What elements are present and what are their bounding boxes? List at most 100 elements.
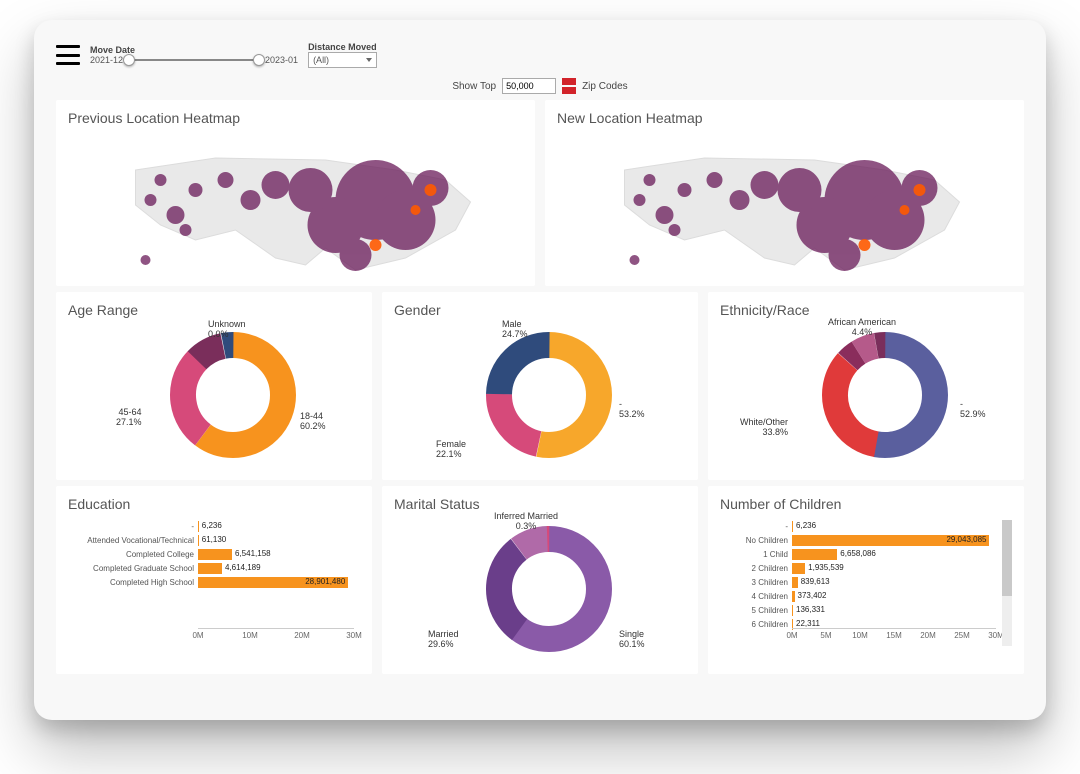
bar-category: Completed High School — [68, 578, 194, 587]
axis-tick: 15M — [886, 631, 902, 640]
bar-category: 4 Children — [720, 592, 788, 601]
axis-tick: 30M — [346, 631, 362, 640]
chart-marital[interactable]: Single 60.1% Married 29.6% Inferred Marr… — [394, 516, 686, 666]
panel-title: Marital Status — [394, 496, 686, 512]
label-gender-male: Male 24.7% — [502, 320, 528, 340]
bar-row: Completed Graduate School4,614,189 — [198, 562, 354, 575]
distance-dropdown[interactable]: (All) — [308, 52, 377, 68]
bar-value: 839,613 — [798, 577, 830, 586]
label-marital-married: Married 29.6% — [428, 630, 459, 650]
panel-title: Ethnicity/Race — [720, 302, 1012, 318]
bar-row: Completed High School28,901,480 — [198, 576, 354, 589]
label-gender-female: Female 22.1% — [436, 440, 466, 460]
move-date-start: 2021-12 — [90, 55, 123, 65]
bar-value: 373,402 — [795, 591, 827, 600]
menu-icon[interactable] — [56, 45, 80, 65]
move-date-label: Move Date — [90, 45, 298, 55]
bar: 4,614,189 — [198, 563, 222, 574]
chart-age[interactable]: 18-44 60.2% 45-64 27.1% Unknown 0.0% — [68, 322, 360, 472]
axis-tick: 0M — [192, 631, 203, 640]
panel-age: Age Range 18-44 60.2% 45-64 27.1% Unknow… — [56, 292, 372, 480]
bar-value: 136,331 — [793, 605, 825, 614]
heatmap-previous[interactable] — [68, 130, 523, 278]
bar-value: 6,658,086 — [837, 549, 876, 558]
bar: 28,901,480 — [198, 577, 348, 588]
bar: 1,935,539 — [792, 563, 805, 574]
axis-tick: 0M — [786, 631, 797, 640]
label-eth-aa: African American 4.4% — [828, 318, 896, 338]
bar-row: -6,236 — [792, 520, 996, 533]
chart-gender[interactable]: - 53.2% Male 24.7% Female 22.1% — [394, 322, 686, 472]
panel-title: Previous Location Heatmap — [68, 110, 523, 126]
panel-title: Age Range — [68, 302, 360, 318]
bar: 373,402 — [792, 591, 795, 602]
distance-label: Distance Moved — [308, 42, 377, 52]
panel-gender: Gender - 53.2% Male 24.7% Female 22.1% — [382, 292, 698, 480]
panel-marital: Marital Status Single 60.1% Married 29.6… — [382, 486, 698, 674]
bar-category: Attended Vocational/Technical — [68, 536, 194, 545]
show-top-row: Show Top Zip Codes — [56, 78, 1024, 94]
panel-title: Number of Children — [720, 496, 1012, 512]
dashboard-frame: Move Date 2021-12 2023-01 Distance Moved… — [34, 20, 1046, 720]
bar-value: 4,614,189 — [222, 563, 261, 572]
bar-row: 5 Children136,331 — [792, 604, 996, 617]
label-eth-white: White/Other 33.8% — [740, 418, 788, 438]
bar-category: Completed Graduate School — [68, 564, 194, 573]
bar-row: 2 Children1,935,539 — [792, 562, 996, 575]
bar-category: - — [720, 522, 788, 531]
bar-row: 4 Children373,402 — [792, 590, 996, 603]
bar: 29,043,085 — [792, 535, 989, 546]
bar-value: 61,130 — [199, 535, 226, 544]
move-date-end: 2023-01 — [265, 55, 298, 65]
move-date-slider[interactable] — [129, 59, 259, 61]
bar-category: No Children — [720, 536, 788, 545]
bar-category: 3 Children — [720, 578, 788, 587]
bar: 6,236 — [792, 521, 793, 532]
bar-value: 6,236 — [199, 521, 222, 530]
bar-category: 5 Children — [720, 606, 788, 615]
show-top-label: Show Top — [452, 81, 496, 92]
panel-title: New Location Heatmap — [557, 110, 1012, 126]
bar-value: 29,043,085 — [943, 535, 986, 544]
axis-tick: 5M — [820, 631, 831, 640]
panel-children: Number of Children -6,236No Children29,0… — [708, 486, 1024, 674]
panel-new-location: New Location Heatmap — [545, 100, 1024, 286]
bar-category: 2 Children — [720, 564, 788, 573]
bar: 6,541,158 — [198, 549, 232, 560]
panel-previous-location: Previous Location Heatmap — [56, 100, 535, 286]
top-filter-bar: Move Date 2021-12 2023-01 Distance Moved… — [56, 38, 1024, 72]
bar-row: -6,236 — [198, 520, 354, 533]
label-marital-single: Single 60.1% — [619, 630, 645, 650]
axis-tick: 10M — [852, 631, 868, 640]
bar-value: 1,935,539 — [805, 563, 844, 572]
label-eth-unk: - 52.9% — [960, 400, 986, 420]
move-date-filter: Move Date 2021-12 2023-01 — [90, 45, 298, 65]
bar-category: 6 Children — [720, 620, 788, 629]
label-age-45-64: 45-64 27.1% — [116, 408, 142, 428]
axis-tick: 25M — [954, 631, 970, 640]
heatmap-new[interactable] — [557, 130, 1012, 278]
bar-row: Attended Vocational/Technical61,130 — [198, 534, 354, 547]
panel-title: Gender — [394, 302, 686, 318]
show-top-stepper[interactable] — [562, 78, 576, 94]
bar-row: 3 Children839,613 — [792, 576, 996, 589]
bottom-row: Education -6,236Attended Vocational/Tech… — [56, 486, 1024, 674]
label-age-unknown: Unknown 0.0% — [208, 320, 246, 340]
bar-value: 6,541,158 — [232, 549, 271, 558]
panel-title: Education — [68, 496, 360, 512]
chart-children[interactable]: -6,236No Children29,043,0851 Child6,658,… — [720, 516, 1012, 666]
bar-row: Completed College6,541,158 — [198, 548, 354, 561]
label-age-18-44: 18-44 60.2% — [300, 412, 326, 432]
bar-category: 1 Child — [720, 550, 788, 559]
axis-tick: 20M — [294, 631, 310, 640]
bar-category: - — [68, 522, 194, 531]
scrollbar[interactable] — [1002, 520, 1012, 646]
chart-education[interactable]: -6,236Attended Vocational/Technical61,13… — [68, 516, 360, 666]
show-top-input[interactable] — [502, 78, 556, 94]
chart-ethnicity[interactable]: - 52.9% White/Other 33.8% African Americ… — [720, 322, 1012, 472]
bar-row: No Children29,043,085 — [792, 534, 996, 547]
donut-row: Age Range 18-44 60.2% 45-64 27.1% Unknow… — [56, 292, 1024, 480]
bar: 6,236 — [198, 521, 199, 532]
bar-category: Completed College — [68, 550, 194, 559]
distance-filter: Distance Moved (All) — [308, 42, 377, 68]
